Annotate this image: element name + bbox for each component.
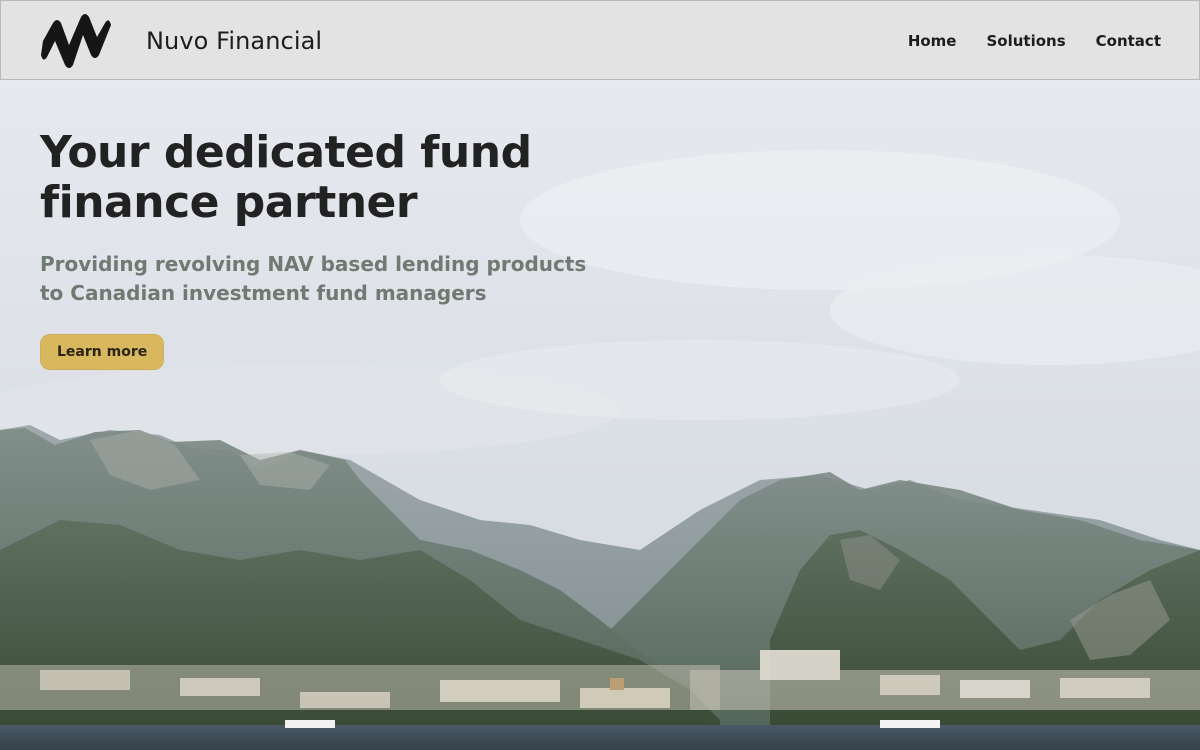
brand-name[interactable]: Nuvo Financial xyxy=(146,25,322,57)
nuvo-logo-icon[interactable] xyxy=(39,11,113,73)
hero-subtitle: Providing revolving NAV based lending pr… xyxy=(40,252,587,305)
learn-more-button[interactable]: Learn more xyxy=(40,334,165,370)
page: Nuvo Financial Home Solutions Contact Yo… xyxy=(0,0,1200,750)
hero-section: Your dedicated fund finance partner Prov… xyxy=(0,80,1200,750)
nav-contact[interactable]: Contact xyxy=(1096,29,1161,53)
nav-solutions[interactable]: Solutions xyxy=(986,29,1065,53)
main-nav: Home Solutions Contact xyxy=(908,29,1161,53)
hero-title: Your dedicated fund finance partner xyxy=(40,127,532,228)
site-header: Nuvo Financial Home Solutions Contact xyxy=(0,0,1200,80)
nav-home[interactable]: Home xyxy=(908,29,957,53)
hero-content: Your dedicated fund finance partner Prov… xyxy=(40,128,660,370)
